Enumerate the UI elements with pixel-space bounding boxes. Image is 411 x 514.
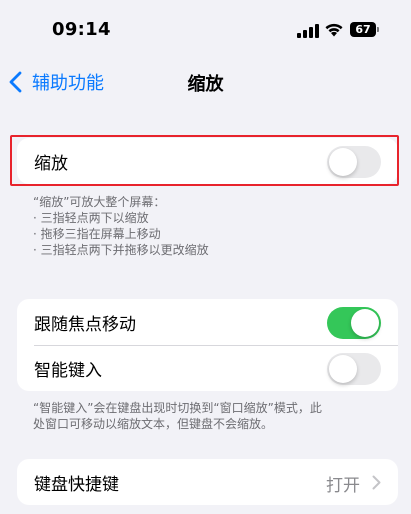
zoom-footnote-item: 三指轻点两下并拖移以更改缩放 xyxy=(33,242,209,258)
navigation-bar: 辅助功能 缩放 xyxy=(0,60,411,104)
toggle-knob xyxy=(329,355,357,383)
smart-typing-toggle[interactable] xyxy=(327,353,381,385)
zoom-footnote: “缩放”可放大整个屏幕： 三指轻点两下以缩放 拖移三指在屏幕上移动 三指轻点两下… xyxy=(33,194,209,258)
smart-typing-footnote-line: “智能键入”会在键盘出现时切换到“窗口缩放”模式，此 xyxy=(33,401,322,415)
follow-focus-toggle[interactable] xyxy=(327,307,381,339)
focus-group: 跟随焦点移动 智能键入 xyxy=(17,299,398,391)
smart-typing-row: 智能键入 xyxy=(17,345,398,391)
status-time: 09:14 xyxy=(52,19,111,40)
toggle-knob xyxy=(351,309,379,337)
chevron-right-icon xyxy=(372,475,381,490)
keyboard-shortcuts-label: 键盘快捷键 xyxy=(34,474,119,495)
zoom-footnote-item: 拖移三指在屏幕上移动 xyxy=(33,226,209,242)
keyboard-group: 键盘快捷键 打开 xyxy=(17,459,398,505)
zoom-label: 缩放 xyxy=(34,153,68,174)
toggle-knob xyxy=(329,148,357,176)
cellular-signal-icon xyxy=(297,24,319,38)
smart-typing-footnote-line: 处窗口可移动以缩放文本，但键盘不会缩放。 xyxy=(33,417,274,431)
battery-icon: 67 xyxy=(350,22,379,37)
zoom-group: 缩放 xyxy=(17,138,398,184)
zoom-footnote-title: “缩放”可放大整个屏幕： xyxy=(33,195,166,209)
smart-typing-footnote: “智能键入”会在键盘出现时切换到“窗口缩放”模式，此 处窗口可移动以缩放文本，但… xyxy=(33,400,322,432)
keyboard-shortcuts-value: 打开 xyxy=(326,476,360,496)
wifi-icon xyxy=(325,23,343,37)
keyboard-shortcuts-row[interactable]: 键盘快捷键 打开 xyxy=(17,459,398,505)
zoom-footnote-item: 三指轻点两下以缩放 xyxy=(33,210,209,226)
status-bar: 09:14 67 xyxy=(0,0,411,60)
zoom-row: 缩放 xyxy=(17,138,398,184)
zoom-toggle[interactable] xyxy=(327,146,381,178)
zoom-settings-screen: 09:14 67 辅助功能 缩放 缩放 “缩放”可放大整个屏幕： · 三指轻点两… xyxy=(0,0,411,514)
battery-level: 67 xyxy=(355,23,371,36)
page-title: 缩放 xyxy=(187,74,224,95)
follow-focus-label: 跟随焦点移动 xyxy=(34,314,136,335)
smart-typing-label: 智能键入 xyxy=(34,360,102,381)
follow-focus-row: 跟随焦点移动 xyxy=(17,299,398,345)
